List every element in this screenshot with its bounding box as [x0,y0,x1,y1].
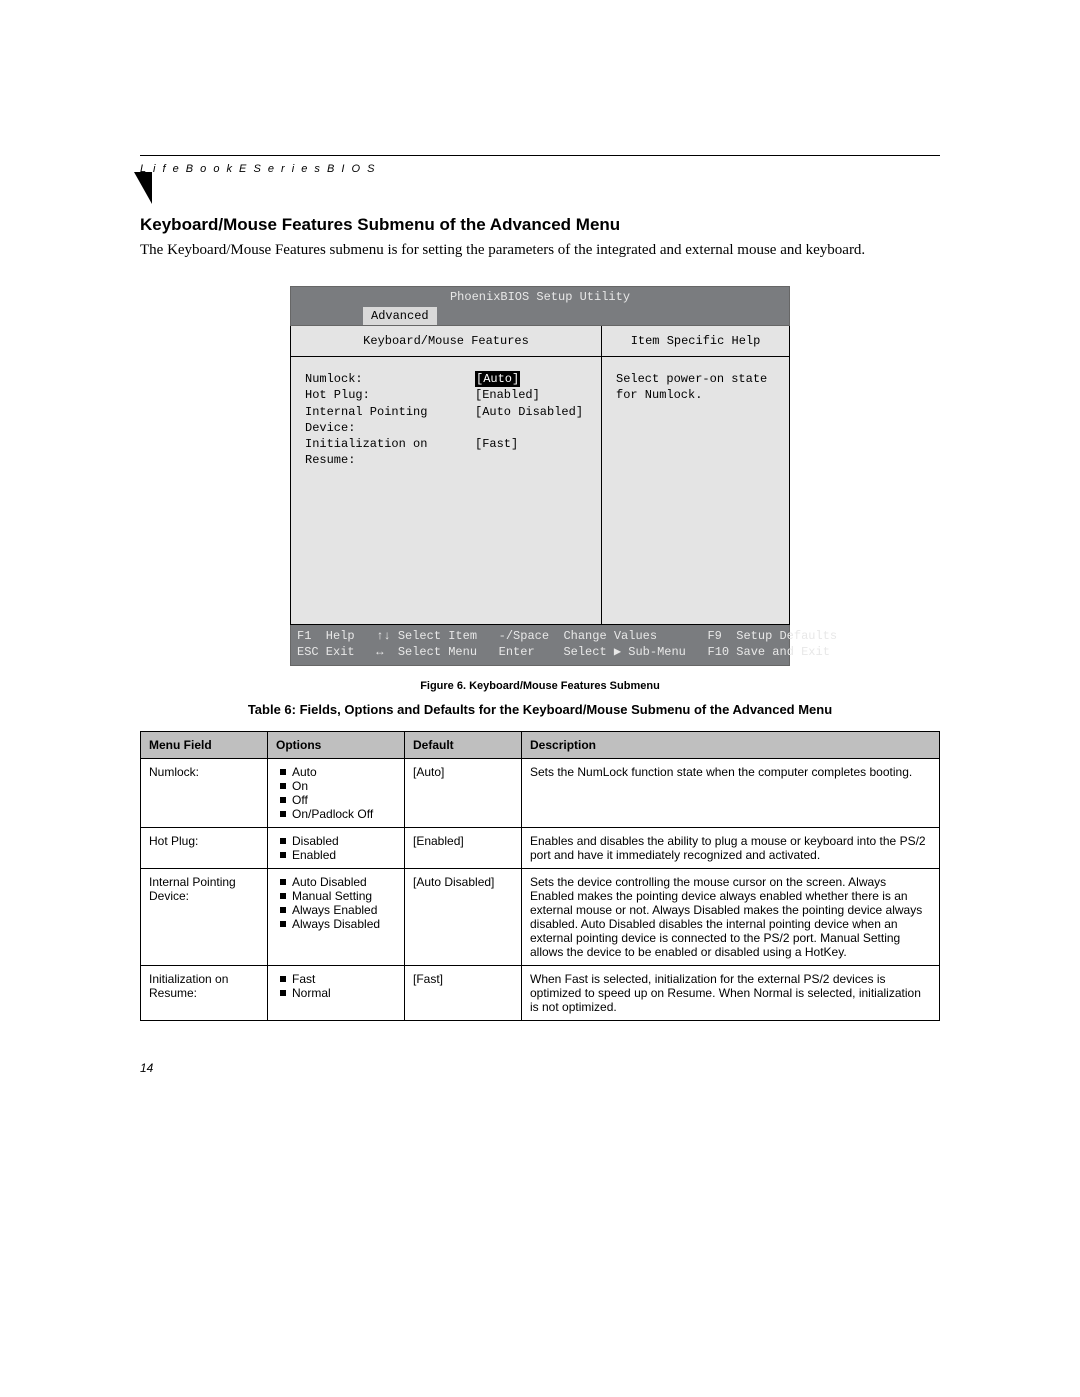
header-triangle-icon [134,172,152,204]
th-default: Default [405,731,522,758]
bios-option-value[interactable]: [Enabled] [475,387,540,403]
document-page: L i f e B o o k E S e r i e s B I O S Ke… [140,155,940,1075]
option-item: On [276,779,396,793]
figure-caption: Figure 6. Keyboard/Mouse Features Submen… [140,680,940,692]
th-options: Options [268,731,405,758]
bios-option-label: Numlock: [305,371,475,387]
bios-option-label: Initialization on Resume: [305,436,475,468]
bios-footer-line: ESC Exit ↔ Select Menu Enter Select ▶ Su… [297,645,830,659]
cell-options: Auto DisabledManual SettingAlways Enable… [268,868,405,965]
bios-option-label: Hot Plug: [305,387,475,403]
bios-left-pane: Keyboard/Mouse Features Numlock:[Auto]Ho… [291,326,602,624]
table-row: Internal Pointing Device:Auto DisabledMa… [141,868,940,965]
section-intro: The Keyboard/Mouse Features submenu is f… [140,241,940,260]
option-label: Manual Setting [292,889,372,903]
option-label: Auto [292,765,317,779]
bullet-square-icon [280,921,286,927]
bios-option-list: Numlock:[Auto]Hot Plug:[Enabled]Internal… [291,357,601,624]
option-item: Always Enabled [276,903,396,917]
bios-help-body: Select power-on state for Numlock. [602,357,789,624]
option-item: Normal [276,986,396,1000]
option-item: Off [276,793,396,807]
bios-title-bar: PhoenixBIOS Setup Utility [290,286,790,307]
options-table: Menu Field Options Default Description N… [140,731,940,1021]
bios-option-row[interactable]: Hot Plug:[Enabled] [305,387,591,403]
cell-description: Sets the device controlling the mouse cu… [522,868,940,965]
cell-default: [Enabled] [405,827,522,868]
bios-tab-bar: Advanced [290,307,790,326]
cell-default: [Auto] [405,758,522,827]
bios-footer: F1 Help ↑↓ Select Item -/Space Change Va… [290,625,790,665]
bios-tab-advanced[interactable]: Advanced [363,307,437,325]
bios-option-value[interactable]: [Auto Disabled] [475,404,583,436]
breadcrumb: L i f e B o o k E S e r i e s B I O S [140,160,940,189]
cell-description: Enables and disables the ability to plug… [522,827,940,868]
th-description: Description [522,731,940,758]
option-label: Disabled [292,834,339,848]
bullet-square-icon [280,990,286,996]
option-label: Off [292,793,308,807]
option-item: Auto [276,765,396,779]
option-label: Fast [292,972,315,986]
bullet-square-icon [280,976,286,982]
bullet-square-icon [280,893,286,899]
bios-screenshot: PhoenixBIOS Setup Utility Advanced Keybo… [290,286,790,665]
bios-option-row[interactable]: Internal Pointing Device:[Auto Disabled] [305,404,591,436]
cell-description: When Fast is selected, initialization fo… [522,965,940,1020]
bullet-square-icon [280,783,286,789]
bios-option-row[interactable]: Initialization on Resume:[Fast] [305,436,591,468]
option-label: Always Enabled [292,903,377,917]
bullet-square-icon [280,907,286,913]
option-label: Enabled [292,848,336,862]
bios-left-title: Keyboard/Mouse Features [291,326,601,357]
option-item: Enabled [276,848,396,862]
option-label: On/Padlock Off [292,807,373,821]
bios-option-value[interactable]: [Fast] [475,436,518,468]
bios-footer-line: F1 Help ↑↓ Select Item -/Space Change Va… [297,629,837,643]
option-label: Auto Disabled [292,875,367,889]
cell-options: AutoOnOffOn/Padlock Off [268,758,405,827]
bios-right-title: Item Specific Help [602,326,789,357]
bios-option-value[interactable]: [Auto] [475,371,520,387]
cell-default: [Fast] [405,965,522,1020]
page-number: 14 [140,1061,940,1075]
option-item: On/Padlock Off [276,807,396,821]
bios-option-row[interactable]: Numlock:[Auto] [305,371,591,387]
bullet-square-icon [280,797,286,803]
bullet-square-icon [280,811,286,817]
th-menu-field: Menu Field [141,731,268,758]
cell-default: [Auto Disabled] [405,868,522,965]
option-item: Auto Disabled [276,875,396,889]
table-header-row: Menu Field Options Default Description [141,731,940,758]
cell-options: DisabledEnabled [268,827,405,868]
bios-help-line: Select power-on state [616,371,779,387]
option-label: On [292,779,308,793]
cell-menu-field: Hot Plug: [141,827,268,868]
bullet-square-icon [280,838,286,844]
option-item: Fast [276,972,396,986]
section-heading: Keyboard/Mouse Features Submenu of the A… [140,215,940,235]
option-label: Normal [292,986,331,1000]
cell-menu-field: Initialization on Resume: [141,965,268,1020]
table-row: Hot Plug:DisabledEnabled[Enabled]Enables… [141,827,940,868]
bios-option-label: Internal Pointing Device: [305,404,475,436]
table-row: Numlock:AutoOnOffOn/Padlock Off[Auto]Set… [141,758,940,827]
cell-description: Sets the NumLock function state when the… [522,758,940,827]
option-item: Always Disabled [276,917,396,931]
option-item: Manual Setting [276,889,396,903]
cell-menu-field: Numlock: [141,758,268,827]
cell-menu-field: Internal Pointing Device: [141,868,268,965]
cell-options: FastNormal [268,965,405,1020]
table-title: Table 6: Fields, Options and Defaults fo… [140,702,940,717]
table-row: Initialization on Resume:FastNormal[Fast… [141,965,940,1020]
bullet-square-icon [280,879,286,885]
bullet-square-icon [280,769,286,775]
option-item: Disabled [276,834,396,848]
header-rule [140,155,940,156]
bios-frame: Keyboard/Mouse Features Numlock:[Auto]Ho… [290,326,790,625]
bios-help-line: for Numlock. [616,387,779,403]
bios-right-pane: Item Specific Help Select power-on state… [602,326,789,624]
option-label: Always Disabled [292,917,380,931]
bullet-square-icon [280,852,286,858]
